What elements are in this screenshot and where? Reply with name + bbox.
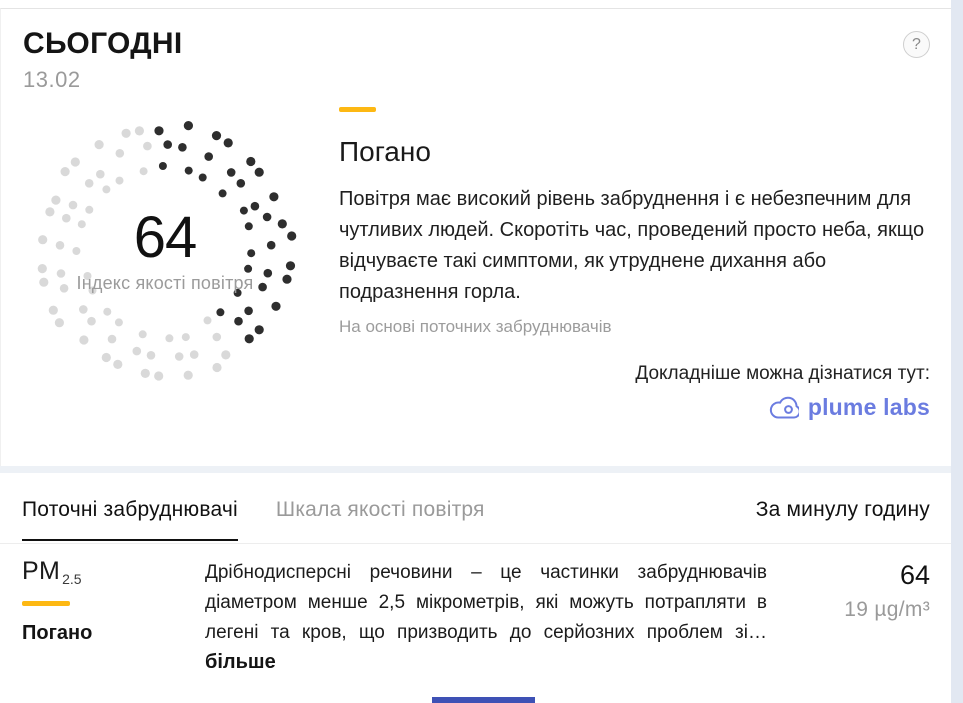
status-description: Повітря має високий рівень забруднення і…	[339, 184, 930, 308]
pollutant-description-line: легені та кров, що призводить до серйозн…	[205, 618, 767, 648]
page-edge-strip	[951, 0, 963, 703]
more-info-label: Докладніше можна дізнатися тут:	[339, 363, 930, 385]
status-basis: На основі поточних забруднювачів	[339, 317, 930, 337]
pollutant-description: Дрібнодисперсні речовини – це частинки з…	[205, 557, 767, 674]
pollutant-accent-dash	[22, 601, 70, 606]
pollutant-description-line: Дрібнодисперсні речовини – це частинки з…	[205, 558, 767, 588]
cloud-icon	[768, 396, 799, 420]
period-label: За минулу годину	[756, 498, 930, 522]
pollutant-name: PM2.5	[22, 557, 205, 587]
page-title: СЬОГОДНІ	[23, 27, 183, 61]
aqi-index-label: Індекс якості повітря	[77, 273, 254, 294]
plume-labs-label: plume labs	[808, 394, 930, 421]
date-label: 13.02	[23, 67, 183, 93]
more-link[interactable]: більше	[205, 651, 276, 674]
status-accent-dash	[339, 107, 376, 112]
plume-labs-link[interactable]: plume labs	[339, 394, 930, 421]
aqi-gauge: 64 Індекс якості повітря	[23, 101, 339, 401]
status-title: Погано	[339, 136, 930, 168]
pollutants-card: Поточні забруднювачі Шкала якості повітр…	[0, 473, 951, 703]
partial-bottom-element	[432, 697, 535, 703]
tab-air-quality-scale[interactable]: Шкала якості повітря	[276, 498, 485, 539]
pollutant-concentration: 19 µg/m³	[767, 598, 930, 622]
pollutant-row: PM2.5 Погано Дрібнодисперсні речовини – …	[0, 543, 951, 674]
aqi-value: 64	[134, 209, 197, 267]
tabs-bar: Поточні забруднювачі Шкала якості повітр…	[0, 473, 951, 541]
card-header: СЬОГОДНІ 13.02	[23, 27, 183, 93]
card-gap	[0, 466, 951, 473]
pollutant-subscript: 2.5	[62, 571, 81, 587]
status-column: Погано Повітря має високий рівень забруд…	[339, 95, 930, 421]
pollutant-status: Погано	[22, 622, 205, 645]
pollutant-description-line: діаметром менше 2,5 мікрометрів, які мож…	[205, 588, 767, 618]
help-icon[interactable]: ?	[903, 31, 930, 58]
air-quality-card: СЬОГОДНІ 13.02 ? 64 Індекс якості повітр…	[0, 8, 951, 466]
tab-current-pollutants[interactable]: Поточні забруднювачі	[22, 498, 238, 541]
pollutant-index-value: 64	[767, 560, 930, 591]
